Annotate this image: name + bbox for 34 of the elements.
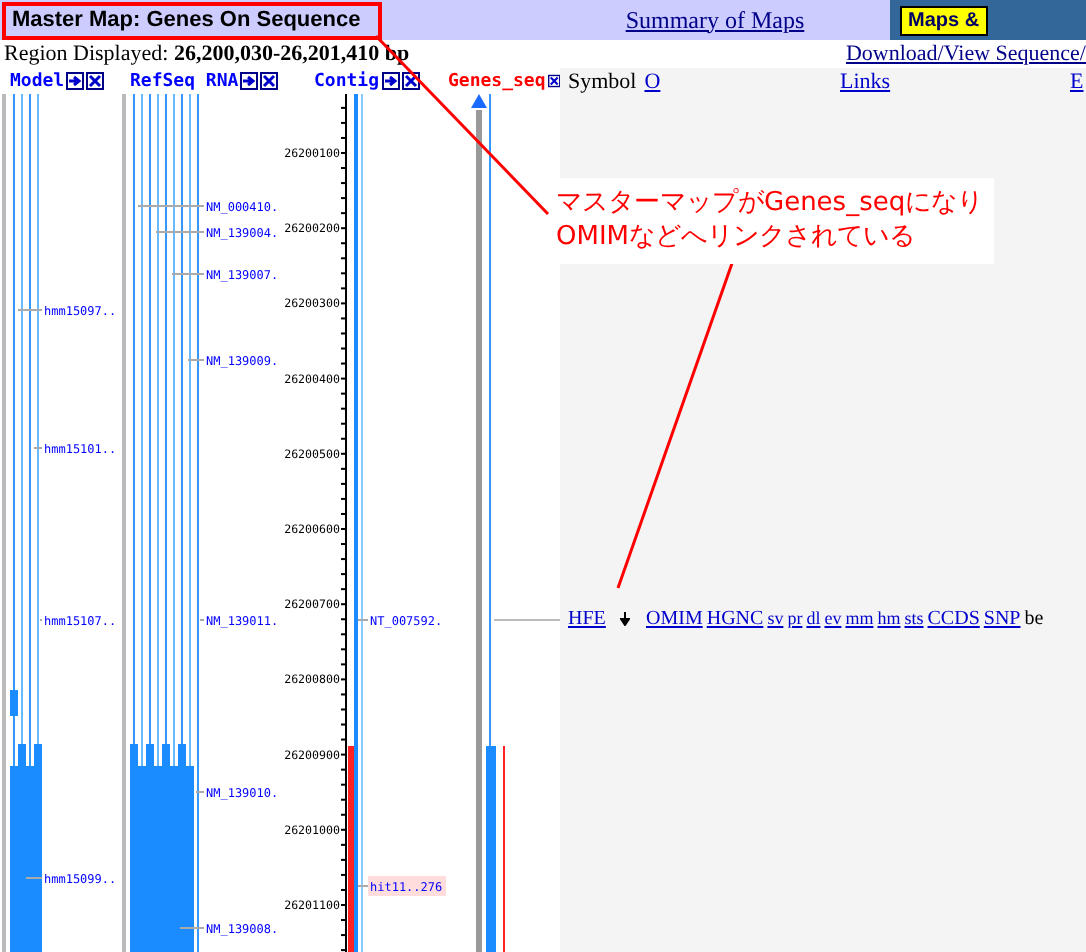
gene-link[interactable]: hm [877, 608, 901, 628]
page-title: Master Map: Genes On Sequence [2, 1, 382, 39]
close-icon[interactable] [260, 72, 279, 90]
gene-link[interactable]: sv [767, 608, 784, 628]
gene-symbol-link[interactable]: HFE [568, 607, 616, 629]
close-icon[interactable] [401, 72, 420, 90]
arrow-icon[interactable] [66, 72, 85, 90]
track-title: Contig [314, 71, 380, 91]
gene-link[interactable]: sts [904, 608, 924, 628]
track-title: Genes_seq [448, 71, 546, 91]
column-header: Symbol [568, 69, 637, 93]
gene-link[interactable]: HGNC [706, 607, 764, 629]
column-header-link[interactable]: Links [840, 69, 1070, 93]
maps-button[interactable]: Maps & [900, 5, 988, 35]
summary-link[interactable]: Summary of Maps [540, 5, 890, 35]
column-header-link[interactable]: E [1070, 69, 1084, 93]
gene-link[interactable]: dl [806, 608, 821, 628]
gene-link[interactable]: CCDS [927, 607, 980, 629]
close-icon[interactable] [547, 72, 560, 90]
gene-link[interactable]: OMIM [646, 607, 703, 629]
arrow-icon[interactable] [240, 72, 259, 90]
close-icon[interactable] [86, 72, 105, 90]
column-header-link[interactable]: O [644, 69, 661, 93]
down-arrow-icon [620, 611, 630, 625]
track-title: RefSeq RNA [130, 71, 239, 91]
up-arrow-icon[interactable] [471, 94, 487, 108]
gene-link[interactable]: ev [824, 608, 842, 628]
table-cell: be [1024, 607, 1044, 629]
gene-link[interactable]: mm [845, 608, 874, 628]
track-title: Model [10, 71, 65, 91]
arrow-icon[interactable] [381, 72, 400, 90]
gene-link[interactable]: SNP [983, 607, 1021, 629]
gene-link[interactable]: pr [787, 608, 803, 628]
download-link[interactable]: Download/View Sequence/ [845, 42, 1086, 66]
